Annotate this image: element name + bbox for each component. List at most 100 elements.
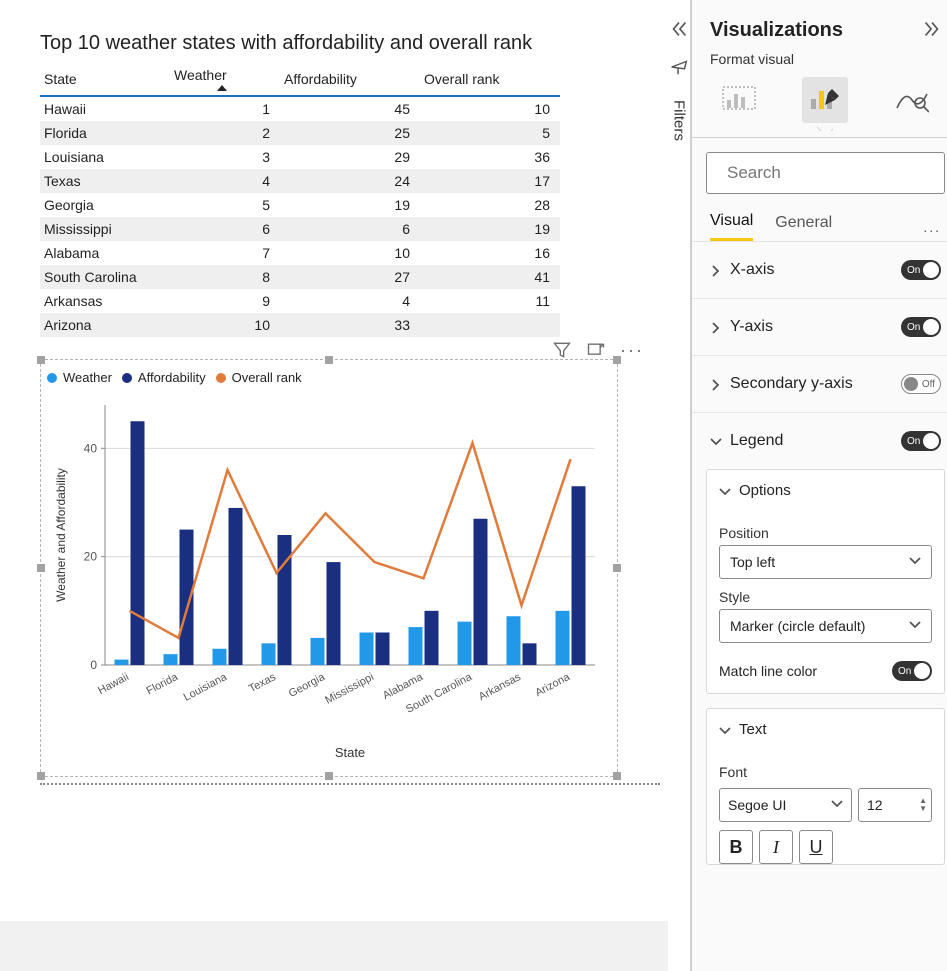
font-size-input[interactable]: 12 ▲ ▼ xyxy=(858,788,932,822)
table-row[interactable]: Georgia51928 xyxy=(40,193,560,217)
bar[interactable] xyxy=(311,638,325,665)
bar[interactable] xyxy=(115,660,129,665)
bar[interactable] xyxy=(229,508,243,665)
table-row[interactable]: Alabama71016 xyxy=(40,241,560,265)
resize-handle-bl[interactable] xyxy=(37,772,45,780)
bar[interactable] xyxy=(213,649,227,665)
bar[interactable] xyxy=(425,611,439,665)
bar[interactable] xyxy=(360,633,374,666)
bar[interactable] xyxy=(376,633,390,666)
bar[interactable] xyxy=(572,486,586,665)
focus-mode-icon[interactable] xyxy=(586,340,606,360)
options-header[interactable]: Options xyxy=(707,470,944,511)
filters-label[interactable]: Filters xyxy=(671,94,688,141)
combo-chart[interactable]: 02040HawaiiFloridaLouisianaTexasGeorgiaM… xyxy=(45,385,611,765)
filters-rail[interactable]: Filters xyxy=(668,0,691,971)
format-modes xyxy=(692,67,947,123)
yaxis-toggle[interactable]: On xyxy=(901,317,941,337)
italic-button[interactable]: I xyxy=(759,830,793,864)
bar[interactable] xyxy=(556,611,570,665)
resize-handle-br[interactable] xyxy=(613,772,621,780)
chevron-down-icon xyxy=(710,435,722,447)
bar[interactable] xyxy=(131,421,145,665)
search-input[interactable] xyxy=(725,162,947,184)
position-label: Position xyxy=(719,525,932,541)
match-line-color-toggle[interactable]: On xyxy=(892,661,932,681)
col-header-weather[interactable]: Weather xyxy=(170,63,280,96)
line-series[interactable] xyxy=(130,443,571,638)
card-legend[interactable]: Legend On xyxy=(692,412,947,469)
table-row[interactable]: Mississippi6619 xyxy=(40,217,560,241)
underline-button[interactable]: U xyxy=(799,830,833,864)
font-family-select[interactable]: Segoe UI xyxy=(719,788,852,822)
bold-button[interactable]: B xyxy=(719,830,753,864)
position-select[interactable]: Top left xyxy=(719,545,932,579)
chevron-down-icon xyxy=(909,554,921,570)
table-row[interactable]: South Carolina82741 xyxy=(40,265,560,289)
resize-handle-mb[interactable] xyxy=(325,772,333,780)
card-secondary-y-axis[interactable]: Secondary y-axis Off xyxy=(692,355,947,412)
resize-handle-mr[interactable] xyxy=(613,564,621,572)
chevron-right-icon xyxy=(710,264,722,276)
table-row[interactable]: Texas42417 xyxy=(40,169,560,193)
step-down-icon[interactable]: ▼ xyxy=(919,805,927,813)
table-row[interactable]: Louisiana32936 xyxy=(40,145,560,169)
cell-state: Florida xyxy=(40,121,170,145)
cell-state: Hawaii xyxy=(40,96,170,121)
resize-handle-mt[interactable] xyxy=(325,356,333,364)
bar[interactable] xyxy=(523,643,537,665)
xaxis-toggle[interactable]: On xyxy=(901,260,941,280)
report-canvas[interactable]: Top 10 weather states with affordability… xyxy=(0,0,668,971)
bar[interactable] xyxy=(327,562,341,665)
resize-handle-tr[interactable] xyxy=(613,356,621,364)
mode-analytics[interactable] xyxy=(889,77,935,123)
bar[interactable] xyxy=(278,535,292,665)
svg-text:20: 20 xyxy=(84,550,98,564)
card-x-axis[interactable]: X-axis On xyxy=(692,242,947,298)
text-header[interactable]: Text xyxy=(707,709,944,750)
mode-format-visual[interactable] xyxy=(802,77,848,123)
bar[interactable] xyxy=(507,616,521,665)
legend-item-label[interactable]: Weather xyxy=(63,370,112,385)
col-header-affordability[interactable]: Affordability xyxy=(280,63,420,96)
bar[interactable] xyxy=(262,643,276,665)
table-row[interactable]: Hawaii14510 xyxy=(40,96,560,121)
table-row[interactable]: Arizona1033 xyxy=(40,313,560,337)
format-search[interactable] xyxy=(706,152,945,194)
style-select[interactable]: Marker (circle default) xyxy=(719,609,932,643)
bar[interactable] xyxy=(474,519,488,665)
resize-handle-ml[interactable] xyxy=(37,564,45,572)
bookmark-icon[interactable] xyxy=(668,56,690,78)
cell-weather: 8 xyxy=(170,265,280,289)
bar[interactable] xyxy=(409,627,423,665)
table-row[interactable]: Florida2255 xyxy=(40,121,560,145)
tab-general[interactable]: General xyxy=(775,214,832,240)
data-table[interactable]: State Weather Affordability Overall rank… xyxy=(40,63,560,337)
collapse-double-chevron-icon[interactable] xyxy=(668,18,690,40)
filter-icon[interactable] xyxy=(552,340,572,360)
chart-visual[interactable]: Weather Affordability Overall rank 02040Ha… xyxy=(40,359,618,777)
tab-visual[interactable]: Visual xyxy=(710,212,753,241)
bar[interactable] xyxy=(164,654,178,665)
expand-double-chevron-icon[interactable] xyxy=(921,18,943,43)
format-cards[interactable]: X-axis On Y-axis On Secondar xyxy=(692,242,947,971)
legend-toggle[interactable]: On xyxy=(901,431,941,451)
legend-item-label[interactable]: Affordability xyxy=(138,370,206,385)
legend-item-label[interactable]: Overall rank xyxy=(232,370,302,385)
col-header-overall[interactable]: Overall rank xyxy=(420,63,560,96)
col-header-state[interactable]: State xyxy=(40,63,170,96)
position-value: Top left xyxy=(730,554,775,570)
card-y-axis[interactable]: Y-axis On xyxy=(692,298,947,355)
font-label: Font xyxy=(719,764,932,780)
secondary-yaxis-toggle[interactable]: Off xyxy=(901,374,941,394)
style-label: Style xyxy=(719,589,932,605)
resize-handle-tl[interactable] xyxy=(37,356,45,364)
tabs-more-icon[interactable]: ... xyxy=(923,219,941,235)
mode-build-visual[interactable] xyxy=(716,77,762,123)
match-line-color-label: Match line color xyxy=(719,663,817,679)
more-options-icon[interactable]: ··· xyxy=(620,340,640,360)
table-row[interactable]: Arkansas9411 xyxy=(40,289,560,313)
font-size-stepper[interactable]: ▲ ▼ xyxy=(919,797,927,813)
cell-overall: 19 xyxy=(420,217,560,241)
bar[interactable] xyxy=(458,622,472,665)
